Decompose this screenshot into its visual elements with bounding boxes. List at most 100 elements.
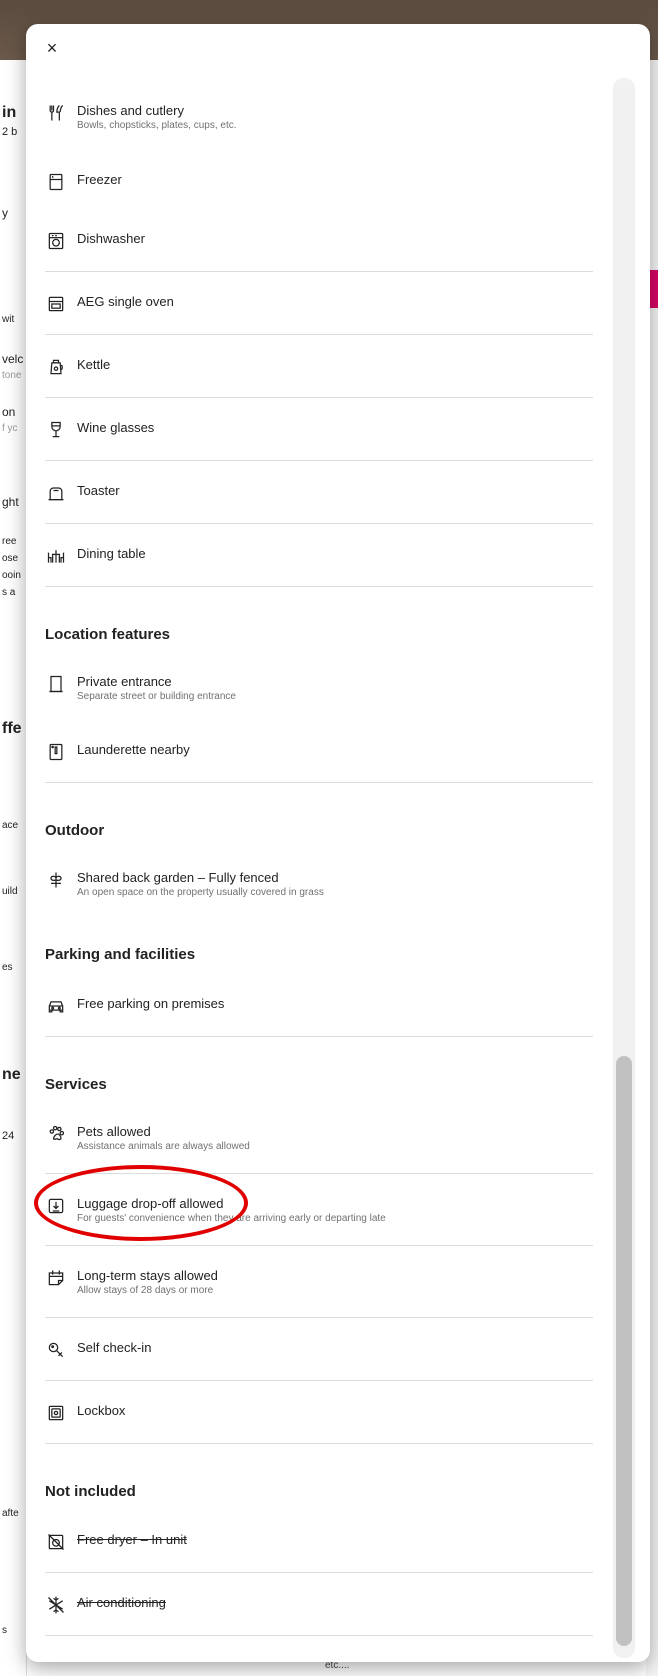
washer-icon — [45, 741, 67, 763]
divider — [45, 1317, 593, 1318]
amenity-subtitle: Separate street or building entrance — [77, 691, 236, 702]
scrollbar-thumb[interactable] — [616, 1056, 632, 1646]
amenity-item-unavailable: Free dryer – In unit — [45, 1531, 593, 1553]
bg-fragment: ffe — [2, 720, 22, 737]
snowflake-off-icon — [45, 1594, 67, 1616]
amenities-list: Dishes and cutlery Bowls, chopsticks, pl… — [45, 76, 593, 1636]
section-title-services: Services — [45, 1076, 107, 1093]
bg-fragment: ace — [2, 820, 19, 831]
amenity-title: Dining table — [77, 546, 146, 561]
amenity-title: Pets allowed — [77, 1124, 151, 1139]
bg-fragment: ose — [2, 553, 19, 564]
amenity-item: Wine glasses — [45, 419, 593, 441]
close-icon: × — [46, 38, 58, 58]
divider — [45, 782, 593, 783]
divider — [45, 1635, 593, 1636]
amenity-title: Shared back garden – Fully fenced — [77, 870, 279, 885]
background-left-strip: in 2 b y wit velc tone on f yc ght ree o… — [0, 60, 27, 1676]
toaster-icon — [45, 482, 67, 504]
divider — [45, 1245, 593, 1246]
dining-table-icon — [45, 545, 67, 567]
luggage-icon — [45, 1195, 67, 1217]
amenity-item: Dishes and cutlery Bowls, chopsticks, pl… — [45, 102, 593, 133]
bg-fragment: velc — [2, 352, 24, 366]
amenity-title: Luggage drop-off allowed — [77, 1196, 224, 1211]
dryer-off-icon — [45, 1531, 67, 1553]
amenity-item: Shared back garden – Fully fenced An ope… — [45, 869, 593, 900]
section-title-location: Location features — [45, 626, 171, 643]
amenity-title: Private entrance — [77, 674, 172, 689]
amenity-title: Lockbox — [77, 1403, 126, 1418]
amenity-subtitle: Bowls, chopsticks, plates, cups, etc. — [77, 120, 237, 131]
bg-fragment: s a — [2, 587, 16, 598]
amenity-title: Self check-in — [77, 1340, 152, 1355]
amenity-item: Freezer — [45, 171, 593, 193]
divider — [45, 1380, 593, 1381]
car-icon — [45, 995, 67, 1017]
bg-fragment: ree — [2, 536, 17, 547]
freezer-icon — [45, 171, 67, 193]
amenity-item: AEG single oven — [45, 293, 593, 315]
amenity-title: Freezer — [77, 172, 122, 187]
plant-icon — [45, 869, 67, 891]
amenity-item: Private entrance Separate street or buil… — [45, 673, 593, 704]
amenity-subtitle: For guests' convenience when they are ar… — [77, 1213, 386, 1224]
amenity-title: Dishwasher — [77, 231, 145, 246]
amenity-item-long-term-stays: Long-term stays allowed Allow stays of 2… — [45, 1267, 593, 1298]
divider — [45, 397, 593, 398]
scrollbar-track[interactable] — [613, 78, 635, 1658]
amenity-title: Air conditioning — [77, 1595, 166, 1610]
divider — [45, 334, 593, 335]
bg-fragment: y — [2, 206, 8, 220]
bg-fragment: es — [2, 962, 13, 973]
bg-fragment: s — [2, 1625, 7, 1636]
section-title-not-included: Not included — [45, 1483, 136, 1500]
divider — [45, 460, 593, 461]
amenity-subtitle: Assistance animals are always allowed — [77, 1141, 250, 1152]
amenity-title: Free dryer – In unit — [77, 1532, 187, 1547]
bg-fragment: ght — [2, 495, 19, 509]
amenity-item: Pets allowed Assistance animals are alwa… — [45, 1123, 593, 1154]
divider — [45, 271, 593, 272]
divider — [45, 1173, 593, 1174]
amenity-item: Launderette nearby — [45, 741, 593, 763]
divider — [45, 1572, 593, 1573]
amenity-item: Lockbox — [45, 1402, 593, 1424]
amenity-item: Toaster — [45, 482, 593, 504]
kettle-icon — [45, 356, 67, 378]
close-button[interactable]: × — [40, 36, 64, 60]
divider — [45, 1036, 593, 1037]
amenity-item: Dishwasher — [45, 230, 593, 252]
bg-fragment: in — [2, 104, 17, 121]
bg-fragment: f yc — [2, 423, 18, 434]
amenity-title: Toaster — [77, 483, 120, 498]
dishwasher-icon — [45, 230, 67, 252]
section-title-outdoor: Outdoor — [45, 822, 105, 839]
amenity-title: AEG single oven — [77, 294, 174, 309]
lockbox-icon — [45, 1402, 67, 1424]
key-icon — [45, 1339, 67, 1361]
amenity-title: Free parking on premises — [77, 996, 225, 1011]
bg-fragment: uild — [2, 886, 18, 897]
bg-fragment: 24 — [2, 1130, 15, 1142]
wine-glass-icon — [45, 419, 67, 441]
paw-icon — [45, 1123, 67, 1145]
door-icon — [45, 673, 67, 695]
cutlery-icon — [45, 102, 67, 124]
divider — [45, 586, 593, 587]
bg-fragment: 2 b — [2, 126, 18, 138]
amenity-item: Self check-in — [45, 1339, 593, 1361]
amenity-title: Launderette nearby — [77, 742, 190, 757]
calendar-icon — [45, 1267, 67, 1289]
amenity-item-unavailable: Air conditioning — [45, 1594, 593, 1616]
bg-fragment: ne — [2, 1066, 21, 1083]
amenity-item: Free parking on premises — [45, 995, 593, 1017]
oven-icon — [45, 293, 67, 315]
amenity-title: Kettle — [77, 357, 111, 372]
amenity-title: Dishes and cutlery — [77, 103, 184, 118]
bg-fragment: wit — [2, 314, 15, 325]
amenity-item: Dining table — [45, 545, 593, 567]
bg-fragment: tone — [2, 370, 22, 381]
amenity-item: Luggage drop-off allowed For guests' con… — [45, 1195, 593, 1226]
bg-fragment: ooin — [2, 570, 21, 581]
